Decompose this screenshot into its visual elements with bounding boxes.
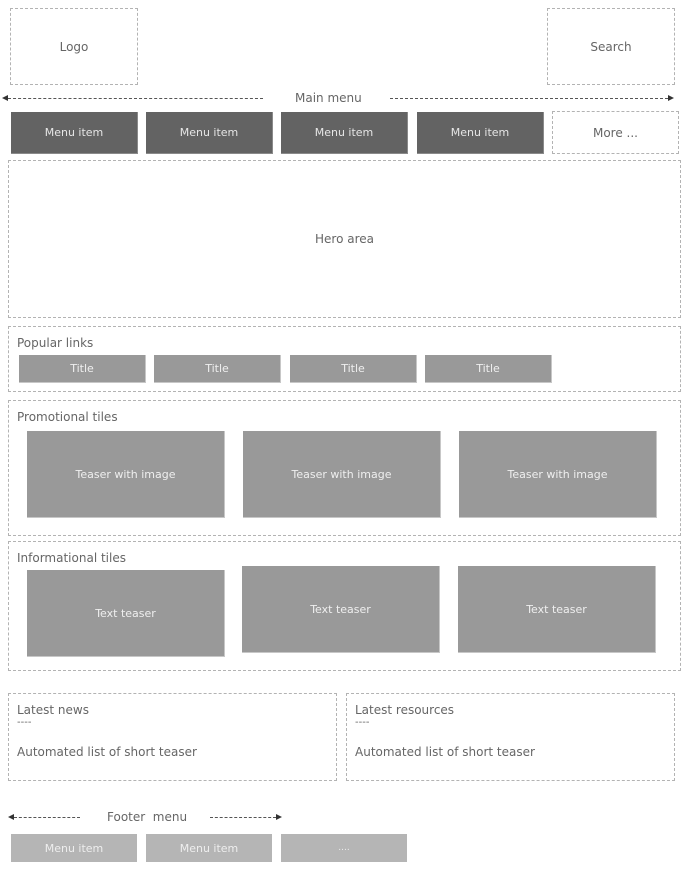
text-teaser-tile[interactable]: Text teaser: [458, 566, 656, 653]
footer-menu-item[interactable]: Menu item: [11, 834, 137, 862]
menu-item-label: Menu item: [450, 126, 510, 139]
arrow-right-icon: [276, 814, 282, 820]
section-title: Promotional tiles: [17, 410, 118, 424]
promo-teaser-tile[interactable]: Teaser with image: [27, 431, 225, 518]
link-label: Title: [205, 362, 229, 375]
promo-teaser-tile[interactable]: Teaser with image: [243, 431, 441, 518]
main-menu-item[interactable]: Menu item: [146, 112, 273, 154]
tile-label: Text teaser: [526, 602, 587, 616]
link-label: Title: [70, 362, 94, 375]
tile-label: Teaser with image: [507, 467, 608, 481]
popular-links-section: Popular links Title Title Title Title: [8, 326, 681, 392]
dashed-line: [8, 98, 263, 99]
text-teaser-tile[interactable]: Text teaser: [27, 570, 225, 657]
arrow-right-icon: [668, 95, 674, 101]
menu-item-label: Menu item: [179, 126, 239, 139]
more-menu-button[interactable]: More ...: [552, 111, 679, 154]
search-label: Search: [590, 39, 632, 54]
search-placeholder[interactable]: Search: [547, 8, 675, 85]
section-title: Informational tiles: [17, 551, 126, 565]
logo-placeholder[interactable]: Logo: [10, 8, 138, 85]
menu-item-label: Menu item: [179, 841, 239, 855]
menu-item-label: Menu item: [44, 841, 104, 855]
main-menu-item[interactable]: Menu item: [11, 112, 138, 154]
footer-menu-label: Footer menu: [107, 810, 188, 824]
text-teaser-tile[interactable]: Text teaser: [242, 566, 440, 653]
popular-link[interactable]: Title: [425, 355, 552, 383]
main-menu-label: Main menu: [295, 91, 362, 105]
logo-label: Logo: [59, 39, 89, 54]
link-label: Title: [476, 362, 500, 375]
footer-menu-item-more[interactable]: ....: [281, 834, 407, 862]
dashed-line: [390, 98, 668, 99]
tile-label: Text teaser: [310, 602, 371, 616]
main-menu-item[interactable]: Menu item: [417, 112, 544, 154]
separator: ----: [17, 717, 32, 728]
informational-tiles-section: Informational tiles Text teaser Text tea…: [8, 541, 681, 671]
more-label: More ...: [592, 125, 638, 140]
footer-menu-item[interactable]: Menu item: [146, 834, 272, 862]
hero-area: Hero area: [8, 160, 681, 318]
popular-link[interactable]: Title: [154, 355, 281, 383]
popular-link[interactable]: Title: [19, 355, 146, 383]
promo-teaser-tile[interactable]: Teaser with image: [459, 431, 657, 518]
section-title: Popular links: [17, 336, 94, 350]
latest-resources-section: Latest resources ---- Automated list of …: [346, 693, 675, 781]
popular-link[interactable]: Title: [290, 355, 417, 383]
teaser-list-text: Automated list of short teaser: [17, 745, 197, 759]
teaser-list-text: Automated list of short teaser: [355, 745, 535, 759]
tile-label: Teaser with image: [75, 467, 176, 481]
dashed-line: [14, 817, 80, 818]
promotional-tiles-section: Promotional tiles Teaser with image Teas…: [8, 400, 681, 536]
hero-label: Hero area: [315, 232, 374, 246]
main-menu-item[interactable]: Menu item: [281, 112, 408, 154]
section-title: Latest news: [17, 703, 89, 717]
tile-label: Teaser with image: [291, 467, 392, 481]
tile-label: Text teaser: [95, 606, 156, 620]
latest-news-section: Latest news ---- Automated list of short…: [8, 693, 337, 781]
section-title: Latest resources: [355, 703, 455, 717]
menu-item-label: Menu item: [44, 126, 104, 139]
menu-item-label: ....: [338, 843, 350, 853]
menu-item-label: Menu item: [314, 126, 374, 139]
dashed-line: [210, 817, 276, 818]
link-label: Title: [341, 362, 365, 375]
separator: ----: [355, 717, 370, 728]
